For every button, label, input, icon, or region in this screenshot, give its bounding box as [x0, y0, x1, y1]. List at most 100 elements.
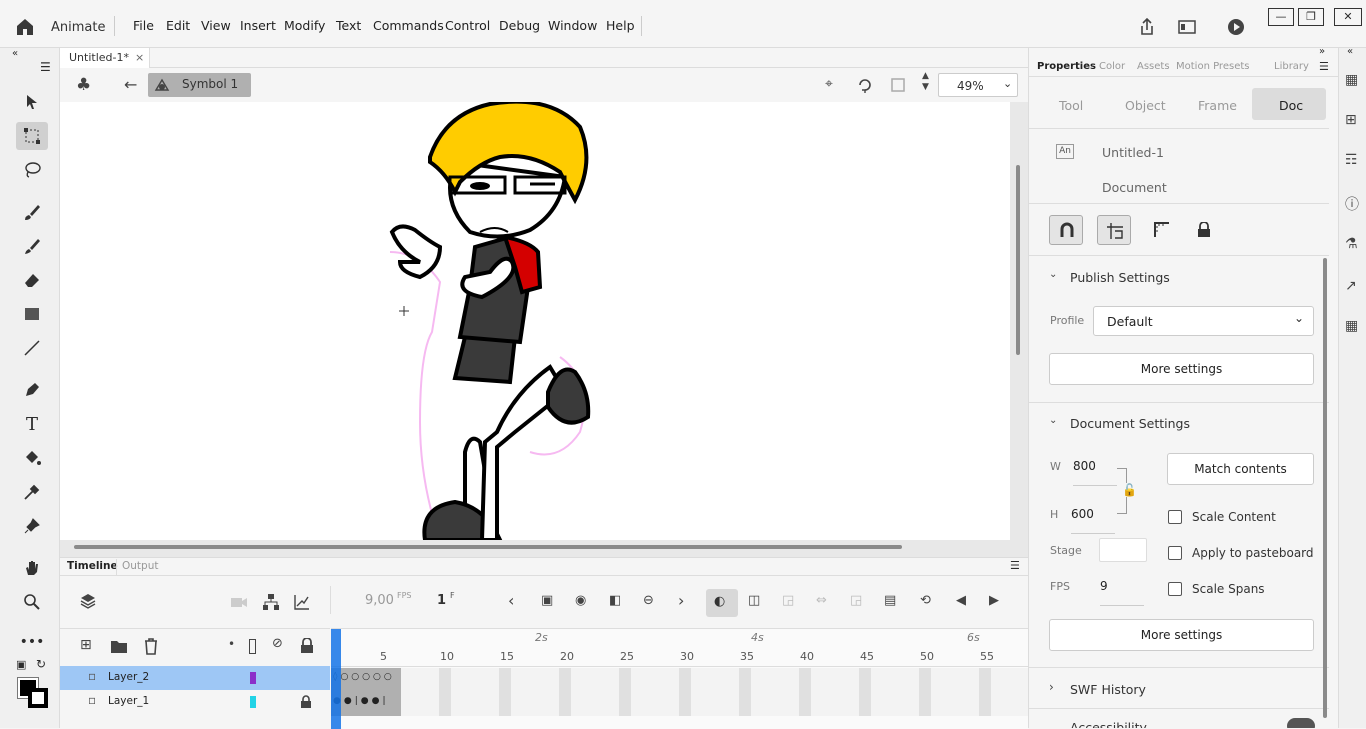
document-more-settings-button[interactable]: More settings [1049, 619, 1314, 651]
frame-cells[interactable] [331, 668, 1028, 716]
menu-window[interactable]: Window [548, 18, 597, 33]
match-contents-button[interactable]: Match contents [1167, 453, 1314, 485]
snap-icon[interactable]: ⌖ [825, 76, 833, 92]
clip-icon[interactable] [890, 77, 906, 93]
zoom-select[interactable]: 49% ⌄ [938, 73, 1018, 97]
snap-to-objects-button[interactable] [1049, 215, 1083, 245]
hide-all-icon[interactable]: ⊘ [272, 636, 283, 651]
vertical-scrollbar[interactable] [1016, 165, 1020, 355]
swatches-icon[interactable]: ▦ [1345, 72, 1358, 88]
chevron-down-icon[interactable]: ⌄ [1049, 415, 1057, 426]
properties-scrollbar[interactable] [1323, 258, 1327, 718]
pin-tool[interactable] [16, 512, 48, 540]
scale-content-checkbox[interactable] [1168, 510, 1182, 524]
tab-object[interactable]: Object [1125, 98, 1166, 113]
zoom-tool[interactable] [16, 588, 48, 616]
share-icon[interactable] [1138, 18, 1156, 36]
fill-color-swatch[interactable] [28, 688, 48, 708]
collapse-icon[interactable]: « [1347, 46, 1353, 57]
document-tab[interactable]: Untitled-1* × [60, 48, 150, 68]
menu-insert[interactable]: Insert [240, 18, 276, 33]
profile-select[interactable]: Default ⌄ [1093, 306, 1314, 336]
panel-menu-icon[interactable]: ☰ [1319, 60, 1329, 73]
onion-skin-button[interactable]: ◐ [706, 589, 738, 617]
line-tool[interactable] [16, 334, 48, 362]
playhead[interactable] [331, 629, 341, 729]
publish-settings-title[interactable]: Publish Settings [1070, 270, 1170, 285]
menu-debug[interactable]: Debug [499, 18, 540, 33]
collapse-icon[interactable]: « [12, 48, 18, 59]
chevron-right-icon[interactable]: › [1049, 680, 1054, 694]
paint-bucket-tool[interactable] [16, 444, 48, 472]
scene-icon[interactable]: ♣ [76, 75, 91, 95]
menu-modify[interactable]: Modify [284, 18, 325, 33]
layers-icon[interactable] [79, 592, 97, 610]
trash-icon[interactable] [143, 638, 159, 655]
restore-button[interactable]: ❐ [1298, 8, 1324, 26]
apply-to-pasteboard-checkbox[interactable] [1168, 546, 1182, 560]
lock-guides-button[interactable] [1187, 215, 1221, 245]
delete-keyframe-icon[interactable]: ⊖ [643, 593, 654, 608]
transform-panel-icon[interactable]: ⊞ [1345, 112, 1357, 128]
document-settings-title[interactable]: Document Settings [1070, 416, 1190, 431]
layer-color-swatch[interactable] [250, 696, 256, 708]
info-icon[interactable]: ⓘ [1345, 194, 1359, 214]
camera-icon[interactable] [230, 595, 248, 609]
scale-spans-checkbox[interactable] [1168, 582, 1182, 596]
menu-icon[interactable]: ☰ [40, 60, 51, 74]
tab-frame[interactable]: Frame [1198, 98, 1237, 113]
tab-output[interactable]: Output [122, 560, 158, 572]
swf-history-title[interactable]: SWF History [1070, 682, 1146, 697]
zoom-stepper-icon[interactable]: ▲ ▼ [922, 71, 929, 93]
classic-tween-icon[interactable]: ▤ [884, 593, 896, 608]
close-window-button[interactable]: ✕ [1334, 8, 1362, 26]
tab-motion-presets[interactable]: Motion Presets [1176, 61, 1249, 72]
layer-name[interactable]: Layer_2 [108, 671, 149, 683]
tab-timeline[interactable]: Timeline [67, 560, 118, 572]
stage-color-swatch[interactable] [1099, 538, 1147, 562]
frame-picker-icon[interactable]: ▦ [1345, 318, 1358, 334]
back-arrow-icon[interactable]: ← [124, 75, 137, 94]
keyframe-span[interactable]: ◊○○○○○ ●●|●●| [331, 668, 401, 716]
tab-assets[interactable]: Assets [1137, 61, 1170, 72]
home-icon[interactable] [16, 18, 34, 36]
text-tool[interactable]: T [16, 410, 48, 438]
step-back-icon[interactable]: ◀ [956, 593, 966, 608]
menu-commands[interactable]: Commands [373, 18, 444, 33]
edit-multiple-frames-icon[interactable]: ◫ [748, 593, 760, 608]
motion-icon[interactable]: ⇔ [816, 593, 827, 608]
tween-icon[interactable]: ◲ [782, 593, 794, 608]
outline-icon[interactable] [249, 639, 256, 654]
more-tools-button[interactable]: ••• [16, 628, 48, 656]
menu-control[interactable]: Control [445, 18, 490, 33]
panel-menu-icon[interactable]: ☰ [1010, 559, 1020, 572]
insert-blank-keyframe-icon[interactable]: ◉ [575, 593, 586, 608]
lock-all-icon[interactable] [300, 638, 314, 654]
menu-text[interactable]: Text [336, 18, 361, 33]
folder-icon[interactable] [110, 639, 128, 654]
fps-field[interactable]: 9 [1100, 579, 1144, 606]
fps-value[interactable]: 9,00 [365, 593, 394, 608]
lasso-tool[interactable] [16, 156, 48, 184]
tab-doc[interactable]: Doc [1252, 88, 1326, 120]
layer-color-swatch[interactable] [250, 672, 256, 684]
snap-to-grid-button[interactable] [1097, 215, 1131, 245]
play-icon[interactable]: ▶ [989, 593, 999, 608]
collapse-icon[interactable]: » [1319, 46, 1325, 57]
shape-tween-icon[interactable]: ◲ [850, 593, 862, 608]
eyedropper-tool[interactable] [16, 478, 48, 506]
tab-color[interactable]: Color [1099, 61, 1125, 72]
insert-keyframe-icon[interactable]: ▣ [541, 593, 553, 608]
rotate-camera-icon[interactable] [856, 76, 874, 94]
hand-tool[interactable] [16, 554, 48, 582]
rectangle-tool[interactable] [16, 300, 48, 328]
accessibility-title[interactable]: Accessibility [1070, 720, 1147, 728]
ruler-button[interactable] [1145, 215, 1179, 245]
parenting-icon[interactable] [262, 593, 280, 611]
tab-properties[interactable]: Properties [1037, 61, 1096, 72]
frames-area[interactable]: 2s 4s 6s 5 10 15 20 25 30 35 40 45 50 55… [331, 628, 1028, 729]
highlight-layer-icon[interactable]: • [228, 637, 235, 651]
tab-tool[interactable]: Tool [1059, 98, 1083, 113]
free-transform-tool[interactable] [16, 122, 48, 150]
height-field[interactable]: 600 [1071, 507, 1115, 534]
